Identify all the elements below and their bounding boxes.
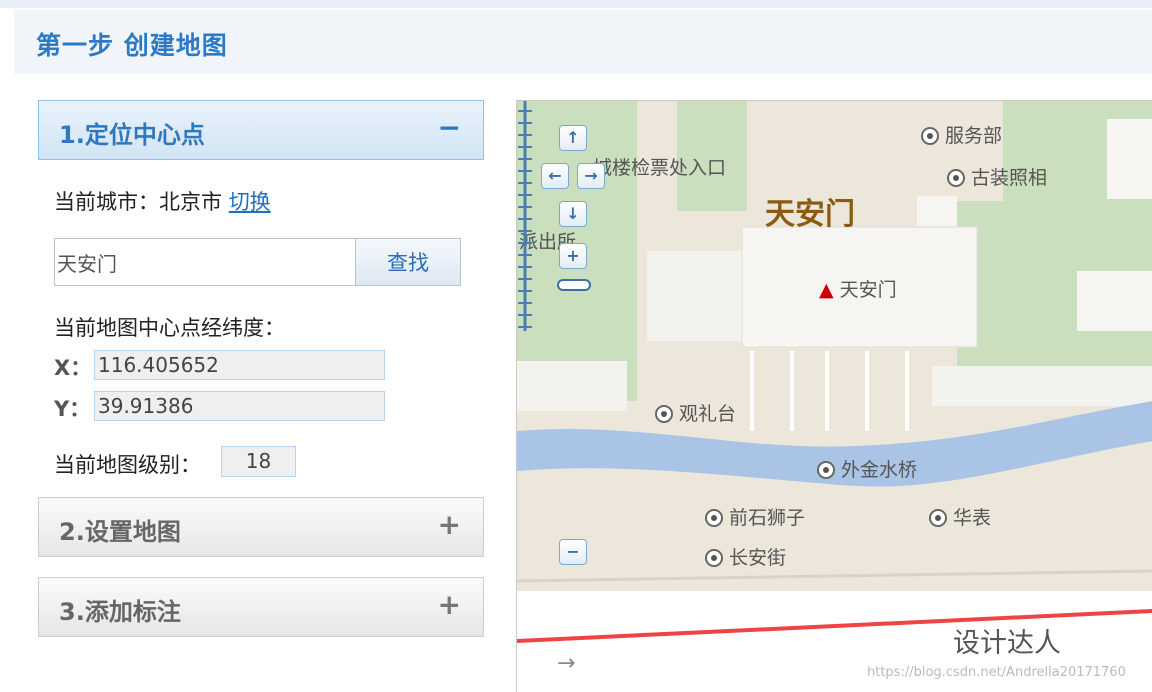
y-label: Y：	[54, 397, 91, 421]
poi-service[interactable]: 服务部	[921, 121, 1002, 148]
collapse-icon[interactable]: −	[438, 111, 461, 144]
pan-down-button[interactable]: ↓	[559, 201, 587, 227]
poi-icon	[655, 405, 673, 423]
map-title-tiananmen: 天安门	[765, 197, 855, 232]
poi-changan-street[interactable]: 长安街	[705, 543, 786, 570]
poi-icon	[705, 509, 723, 527]
top-strip	[0, 0, 1152, 8]
poi-icon	[921, 127, 939, 145]
poi-costume-photo[interactable]: 古装照相	[947, 163, 1047, 190]
map-level-field[interactable]: 18	[221, 446, 296, 477]
map-canvas[interactable]: 服务部 城楼检票处入口 古装照相 天安门 派出所 ▲ 天安门 观礼台 外金水桥 前…	[516, 100, 1152, 692]
search-input[interactable]	[54, 238, 356, 286]
x-label: X：	[54, 356, 92, 380]
search-button[interactable]: 查找	[355, 238, 461, 286]
poi-icon	[705, 549, 723, 567]
zoom-slider-track[interactable]	[517, 101, 533, 331]
step-header: 第一步 创建地图	[14, 10, 1152, 74]
panel-set-map[interactable]: 2.设置地图 +	[38, 497, 484, 557]
poi-golden-water-bridge[interactable]: 外金水桥	[817, 455, 917, 482]
poi-huabiao[interactable]: 华表	[929, 503, 991, 530]
zoom-slider-thumb[interactable]	[557, 279, 591, 291]
pan-up-button[interactable]: ↑	[559, 125, 587, 151]
latitude-field[interactable]: 39.91386	[94, 391, 385, 421]
panel-add-marker[interactable]: 3.添加标注 +	[38, 577, 484, 637]
poi-icon	[929, 509, 947, 527]
camera-icon	[947, 169, 965, 187]
poi-tiananmen[interactable]: ▲ 天安门	[819, 275, 897, 302]
zoom-out-button[interactable]: −	[559, 539, 587, 565]
panel-title: 3.添加标注	[59, 598, 181, 626]
longitude-field[interactable]: 116.405652	[94, 350, 385, 380]
pan-right-button[interactable]: →	[577, 163, 605, 189]
step-title: 第一步 创建地图	[36, 31, 228, 60]
panel-locate-center[interactable]: 1.定位中心点 −	[38, 100, 484, 160]
map-level-label: 当前地图级别：	[54, 453, 201, 477]
current-city-label: 当前城市：北京市	[54, 190, 222, 214]
panel-title: 2.设置地图	[59, 518, 181, 546]
panel-title: 1.定位中心点	[59, 121, 205, 149]
center-coords-label: 当前地图中心点经纬度：	[54, 316, 285, 340]
expand-icon[interactable]: +	[438, 588, 461, 621]
zoom-in-button[interactable]: +	[559, 243, 587, 269]
pan-left-button[interactable]: ←	[541, 163, 569, 189]
expand-icon[interactable]: +	[438, 508, 461, 541]
wechat-watermark: 设计达人	[953, 628, 1061, 659]
poi-icon	[817, 461, 835, 479]
scale-arrow: →	[557, 651, 576, 676]
poi-stone-lions[interactable]: 前石狮子	[705, 503, 805, 530]
switch-city-link[interactable]: 切换	[229, 190, 271, 214]
url-watermark: https://blog.csdn.net/Andrella20171760	[867, 665, 1126, 680]
poi-viewing-stand[interactable]: 观礼台	[655, 399, 736, 426]
current-city-row: 当前城市：北京市 切换	[54, 186, 271, 216]
gate-icon: ▲	[819, 279, 834, 301]
poi-ticket-entrance[interactable]: 城楼检票处入口	[593, 153, 726, 180]
